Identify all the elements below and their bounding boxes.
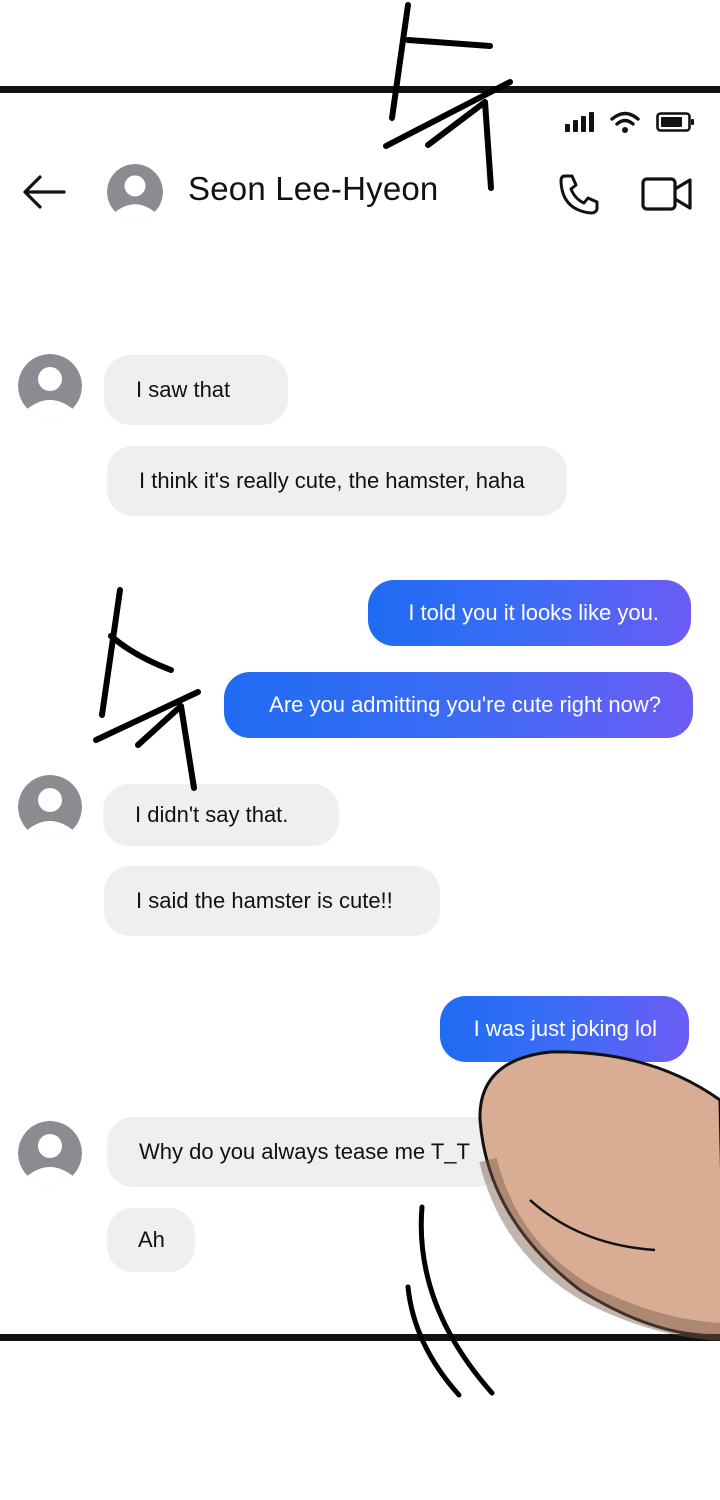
status-bar: [564, 108, 696, 136]
avatar: [18, 354, 82, 418]
sound-effect-middle: [93, 587, 201, 791]
arrow-left-icon[interactable]: [18, 172, 68, 212]
wifi-icon: [610, 110, 640, 134]
panel-border-top: [0, 86, 720, 93]
message-bubble-outgoing[interactable]: I was just joking lol: [440, 996, 689, 1062]
phone-icon[interactable]: [556, 172, 602, 216]
message-bubble-outgoing[interactable]: I told you it looks like you.: [368, 580, 691, 646]
message-text: Ah: [138, 1227, 165, 1252]
panel-border-bottom: [0, 1334, 720, 1341]
avatar: [18, 775, 82, 839]
message-text: I didn't say that.: [135, 802, 289, 827]
message-text: I was just joking lol: [473, 1016, 657, 1041]
chat-header: Seon Lee-Hyeon: [0, 150, 720, 234]
motion-lines: [405, 1204, 495, 1398]
avatar: [18, 1121, 82, 1185]
finger-illustration: [478, 1050, 720, 1341]
avatar[interactable]: [107, 164, 163, 220]
video-camera-icon[interactable]: [640, 174, 694, 214]
message-bubble-outgoing[interactable]: Are you admitting you're cute right now?: [224, 672, 693, 738]
message-text: I said the hamster is cute!!: [136, 888, 393, 913]
message-text: I saw that: [136, 377, 231, 402]
message-bubble-incoming[interactable]: I didn't say that.: [103, 784, 339, 846]
message-text: Are you admitting you're cute right now?: [269, 692, 661, 717]
message-text: Why do you always tease me T_T: [139, 1139, 470, 1164]
message-bubble-incoming[interactable]: Ah: [107, 1208, 195, 1272]
message-bubble-incoming[interactable]: Why do you always tease me T_T: [107, 1117, 502, 1187]
message-text: I told you it looks like you.: [408, 600, 659, 625]
battery-icon: [656, 110, 696, 134]
signal-icon: [564, 110, 598, 134]
message-bubble-incoming[interactable]: I think it's really cute, the hamster, h…: [107, 446, 567, 516]
contact-name: Seon Lee-Hyeon: [188, 170, 439, 207]
message-bubble-incoming[interactable]: I saw that: [104, 355, 288, 425]
message-bubble-incoming[interactable]: I said the hamster is cute!!: [104, 866, 440, 936]
message-text: I think it's really cute, the hamster, h…: [139, 468, 525, 493]
